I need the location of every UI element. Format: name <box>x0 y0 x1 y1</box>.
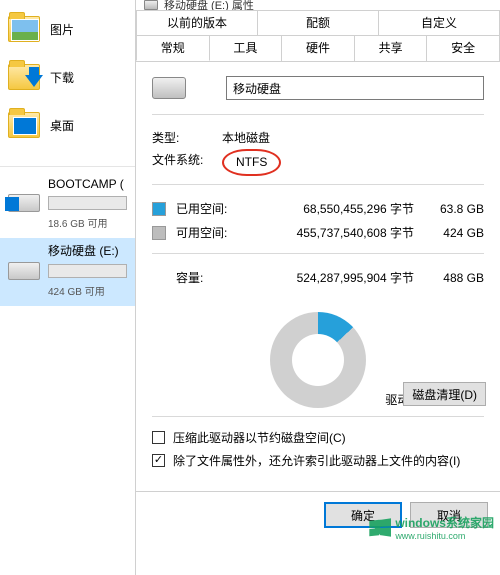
disk-large-icon <box>152 77 186 99</box>
drive-usage-bar <box>48 264 127 278</box>
type-value: 本地磁盘 <box>222 127 270 149</box>
capacity-bytes: 524,287,995,904 字节 <box>246 266 424 290</box>
usage-pie-wrap: 驱动器 E: 磁盘清理(D) <box>152 300 484 408</box>
drive-list: BOOTCAMP ( 18.6 GB 可用 移动硬盘 (E:) 424 GB 可… <box>0 166 135 306</box>
used-label: 已用空间: <box>176 197 246 221</box>
folder-downloads-icon <box>6 62 42 92</box>
drive-icon <box>6 193 42 213</box>
watermark-text2: 系统家园 <box>446 516 494 530</box>
tab-sharing[interactable]: 共享 <box>354 36 428 61</box>
filesystem-highlight: NTFS <box>222 149 281 176</box>
explorer-sidebar: 图片 下载 桌面 BOOTCAMP ( 18.6 GB 可用 移动硬盘 (E:) <box>0 0 135 575</box>
tab-quota[interactable]: 配额 <box>257 10 379 35</box>
drive-title: BOOTCAMP ( <box>48 177 129 191</box>
folder-pictures-icon <box>6 14 42 44</box>
tab-general[interactable]: 常规 <box>136 36 210 61</box>
tab-tools[interactable]: 工具 <box>209 36 283 61</box>
sidebar-item-downloads[interactable]: 下载 <box>0 58 135 96</box>
drive-title: 移动硬盘 (E:) <box>48 242 129 259</box>
drive-item-removable[interactable]: 移动硬盘 (E:) 424 GB 可用 <box>0 238 135 306</box>
sidebar-item-label: 图片 <box>50 21 74 38</box>
index-row[interactable]: ✓ 除了文件属性外，还允许索引此驱动器上文件的内容(I) <box>152 452 484 469</box>
disk-cleanup-button[interactable]: 磁盘清理(D) <box>403 382 486 406</box>
tab-customize[interactable]: 自定义 <box>378 10 500 35</box>
compress-checkbox[interactable] <box>152 431 165 444</box>
drive-subtext: 424 GB 可用 <box>48 283 129 298</box>
filesystem-label: 文件系统: <box>152 149 222 176</box>
drive-item-bootcamp[interactable]: BOOTCAMP ( 18.6 GB 可用 <box>0 173 135 238</box>
dialog-titlebar[interactable]: 移动硬盘 (E:) 属性 <box>136 0 500 10</box>
tab-previous-versions[interactable]: 以前的版本 <box>136 10 258 35</box>
drive-icon <box>6 261 42 281</box>
watermark: windows系统家园 www.ruishitu.com <box>369 514 494 541</box>
watermark-sub: www.ruishitu.com <box>395 531 494 541</box>
disk-icon <box>144 0 158 10</box>
free-bytes: 455,737,540,608 字节 <box>246 221 424 245</box>
tab-row-2: 常规 工具 硬件 共享 安全 <box>136 36 500 62</box>
filesystem-value: NTFS <box>222 149 281 176</box>
sidebar-item-pictures[interactable]: 图片 <box>0 10 135 48</box>
drive-usage-bar <box>48 196 127 210</box>
folder-desktop-icon <box>6 110 42 140</box>
drive-subtext: 18.6 GB 可用 <box>48 215 129 230</box>
sidebar-item-label: 桌面 <box>50 117 74 134</box>
compress-label: 压缩此驱动器以节约磁盘空间(C) <box>173 429 346 446</box>
free-gb: 424 GB <box>424 221 484 245</box>
index-label: 除了文件属性外，还允许索引此驱动器上文件的内容(I) <box>173 452 460 469</box>
sidebar-item-label: 下载 <box>50 69 74 86</box>
tab-security[interactable]: 安全 <box>426 36 500 61</box>
index-checkbox[interactable]: ✓ <box>152 454 165 467</box>
sidebar-item-desktop[interactable]: 桌面 <box>0 106 135 144</box>
free-swatch <box>152 226 166 240</box>
used-swatch <box>152 202 166 216</box>
used-gb: 63.8 GB <box>424 197 484 221</box>
usage-donut-chart <box>270 312 366 408</box>
type-label: 类型: <box>152 127 222 149</box>
windows-flag-icon <box>369 517 391 539</box>
tab-row-1: 以前的版本 配额 自定义 <box>136 10 500 36</box>
tab-hardware[interactable]: 硬件 <box>281 36 355 61</box>
free-label: 可用空间: <box>176 221 246 245</box>
compress-row[interactable]: 压缩此驱动器以节约磁盘空间(C) <box>152 429 484 446</box>
properties-dialog: 移动硬盘 (E:) 属性 以前的版本 配额 自定义 常规 工具 硬件 共享 安全… <box>135 0 500 575</box>
capacity-gb: 488 GB <box>424 266 484 290</box>
used-bytes: 68,550,455,296 字节 <box>246 197 424 221</box>
general-panel: 类型: 本地磁盘 文件系统: NTFS 已用空间: 68,550,455,296… <box>136 62 500 483</box>
capacity-label: 容量: <box>152 266 246 290</box>
watermark-text1: windows <box>395 516 446 530</box>
volume-name-input[interactable] <box>226 76 484 100</box>
